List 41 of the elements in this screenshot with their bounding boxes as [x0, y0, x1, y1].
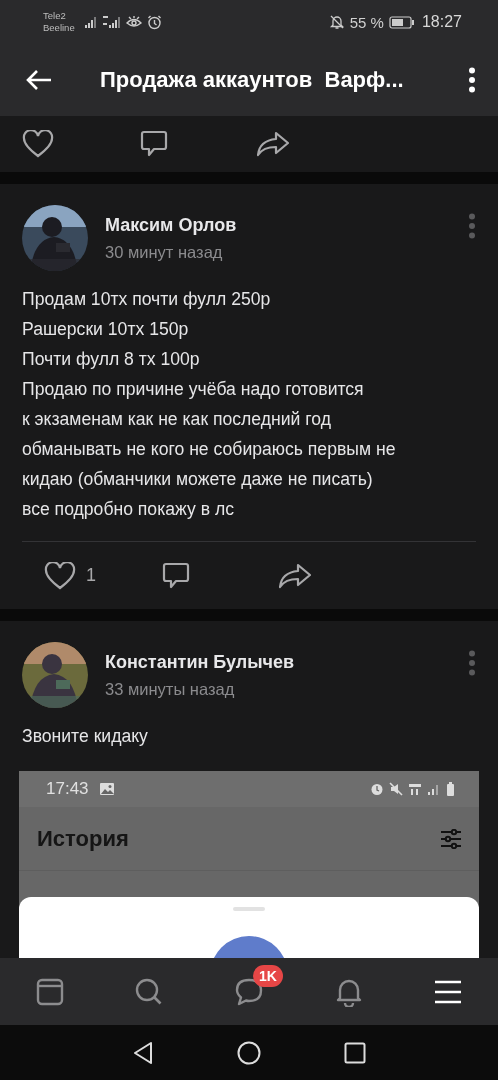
- muted-bell-icon: [328, 14, 345, 30]
- signal-icon: [83, 15, 98, 29]
- image-icon: [98, 782, 115, 796]
- carrier-name: Beeline: [43, 22, 75, 34]
- unread-count: 1K: [252, 964, 283, 987]
- network-icon: [408, 782, 422, 796]
- page-title: Продажа аккаунтов Варф...: [100, 67, 405, 93]
- recents-icon[interactable]: [344, 1041, 366, 1064]
- like-icon[interactable]: [22, 130, 54, 158]
- signal-icon: [427, 782, 441, 796]
- battery-icon: [446, 782, 455, 796]
- share-icon[interactable]: [256, 131, 290, 157]
- author-name[interactable]: Константин Булычев: [105, 650, 468, 674]
- signal-icon: [102, 15, 121, 29]
- filter-icon: [440, 828, 462, 849]
- home-icon[interactable]: [237, 1040, 261, 1065]
- post-text: Продам 10тх почти фулл 250р Рашерски 10тх 150р Почти фулл 8 тх 100р Продаю по причине учёба надо готовится к экзаменам как не как последний год обманывать не кого не собираюсь первым не кидаю (обманчики можете даже не писать) все подробно покажу в лс: [22, 288, 397, 521]
- comment-icon[interactable]: [139, 129, 169, 159]
- clock-time: 17:43: [46, 779, 89, 799]
- clock-time: 18:27: [421, 13, 462, 31]
- carrier-name: Tele2: [43, 10, 67, 22]
- like-icon[interactable]: [44, 561, 76, 590]
- back-arrow-icon[interactable]: [25, 68, 53, 92]
- share-icon[interactable]: [278, 562, 312, 589]
- screen-title: История: [37, 825, 129, 852]
- like-count: 1: [86, 565, 96, 586]
- battery-percent: 55 %: [349, 13, 384, 31]
- post-text: Звоните кидаку: [22, 725, 149, 748]
- back-icon[interactable]: [132, 1040, 154, 1065]
- comment-icon[interactable]: [161, 560, 191, 591]
- post-time: 30 минут назад: [105, 242, 224, 263]
- battery-icon: [388, 15, 415, 29]
- author-name[interactable]: Максим Орлов: [105, 213, 468, 237]
- alarm-icon: [146, 14, 162, 30]
- alarm-icon: [370, 782, 384, 796]
- attached-screenshot[interactable]: 17:43 История: [19, 771, 479, 958]
- newsfeed-icon[interactable]: [34, 976, 65, 1007]
- eye-icon: [125, 15, 142, 29]
- more-icon[interactable]: [468, 67, 476, 93]
- post-time: 33 минуты назад: [105, 679, 236, 700]
- muted-icon: [389, 782, 403, 796]
